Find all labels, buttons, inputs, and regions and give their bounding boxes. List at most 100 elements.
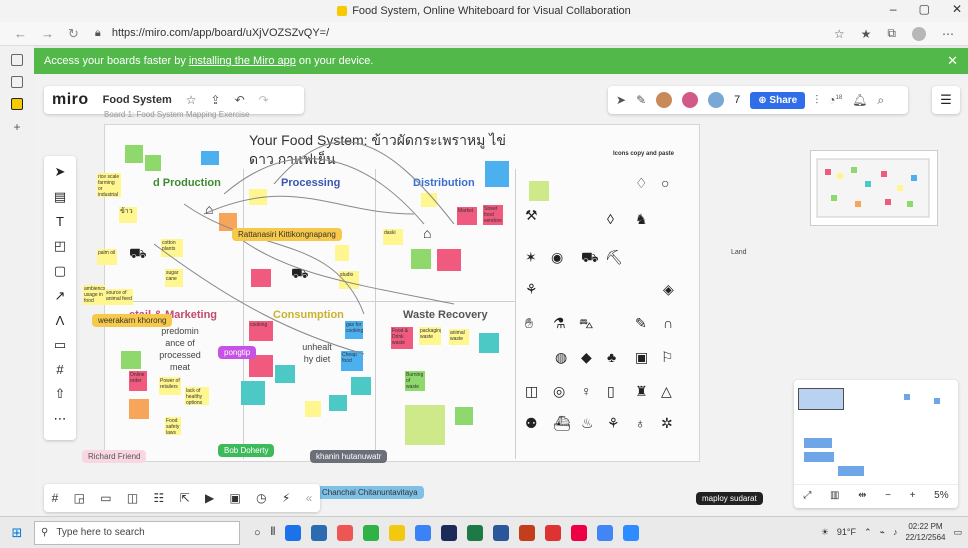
timer-icon[interactable]: ◷ — [256, 491, 266, 505]
factory-icon[interactable]: ♜ — [635, 383, 648, 400]
sticky-note[interactable]: palm oil — [97, 249, 117, 265]
share-button[interactable]: ⊕ Share — [750, 91, 806, 109]
farmer-icon[interactable]: ⚒ — [525, 207, 538, 224]
tree-icon[interactable]: ♣ — [607, 349, 616, 365]
more-tools-icon[interactable]: ⋯ — [54, 411, 67, 427]
car-icon[interactable]: ⛍ — [579, 315, 593, 334]
frame-tool-icon[interactable]: ▤ — [54, 189, 66, 205]
sticky-note[interactable]: ambiencx usage in food — [83, 285, 105, 305]
comment-tool-icon[interactable]: ▭ — [54, 337, 66, 353]
pen-tool-icon[interactable]: Λ — [56, 313, 65, 328]
read-aloud-icon[interactable]: ☆ — [834, 27, 845, 41]
undo-icon[interactable]: ↶ — [235, 93, 245, 107]
user-avatar[interactable] — [656, 92, 673, 108]
collaborator-count[interactable]: 7 — [734, 94, 740, 106]
line-tool-icon[interactable]: ↗ — [55, 288, 66, 304]
sticky-note[interactable]: studio — [339, 271, 359, 289]
sticky-note[interactable] — [485, 161, 509, 187]
sticky-note[interactable] — [145, 155, 161, 171]
sticky-note[interactable]: Power of retailers — [159, 377, 181, 395]
notification-center-icon[interactable]: ▭ — [953, 527, 962, 538]
weather-icon[interactable]: ☀ — [821, 527, 829, 538]
bug-icon[interactable]: ✲ — [661, 415, 673, 432]
sticky-note[interactable]: ข้าว — [119, 207, 137, 223]
sticky-note[interactable] — [305, 401, 321, 417]
sticky-note[interactable] — [125, 145, 143, 163]
sticky-note[interactable]: Burning of waste — [405, 371, 425, 391]
bell-icon[interactable]: 🔔︎ — [852, 93, 867, 107]
miro-logo[interactable]: miro — [52, 91, 89, 109]
frames-icon[interactable]: # — [52, 491, 59, 505]
maximize-button[interactable]: ▢ — [919, 2, 930, 16]
sticky-note[interactable]: gas for cooking — [345, 321, 363, 339]
tab-actions-icon[interactable] — [11, 54, 23, 66]
sticky-note[interactable] — [529, 181, 549, 201]
wheat-icon[interactable]: ✶ — [525, 249, 537, 266]
sticky-note[interactable] — [479, 333, 499, 353]
sticky-note[interactable] — [335, 245, 349, 261]
bucket-icon[interactable]: ◫ — [525, 383, 538, 400]
tab-icon[interactable] — [11, 76, 23, 88]
chat-icon[interactable]: ▭ — [100, 491, 111, 505]
sticky-note[interactable]: lack of healthy options — [185, 387, 209, 405]
sticky-note[interactable] — [201, 151, 219, 165]
refresh-icon[interactable]: ↻ — [68, 26, 79, 42]
activity-icon[interactable]: ◔18 — [828, 93, 842, 107]
sticky-note[interactable]: Market — [457, 207, 477, 225]
plant-icon[interactable]: ⚘ — [525, 281, 538, 298]
sticky-note[interactable]: animal waste — [449, 329, 469, 345]
carrot-icon[interactable]: ♢ — [635, 175, 648, 192]
cow-icon[interactable]: ♞ — [635, 211, 648, 228]
pot-icon[interactable]: ◍ — [555, 349, 567, 366]
video-icon[interactable]: ▣ — [230, 491, 241, 505]
profile-avatar[interactable] — [912, 26, 926, 41]
tractor-icon[interactable]: ⛟ — [581, 249, 599, 268]
sticky-note[interactable]: source of animal feed — [105, 289, 133, 305]
sticky-note[interactable]: Cheap food — [341, 351, 363, 371]
eye-icon[interactable]: ◉ — [551, 249, 563, 266]
collaborator-avatar[interactable] — [682, 92, 699, 108]
explorer-icon[interactable] — [389, 524, 406, 541]
sticky-note[interactable]: sugar cane — [165, 269, 183, 287]
bulb-icon[interactable]: ♀ — [581, 383, 592, 399]
media-icon[interactable] — [571, 524, 588, 541]
cursor-icon[interactable]: ➤ — [616, 93, 626, 107]
sticky-note[interactable]: daski — [383, 229, 403, 245]
sticky-note[interactable] — [405, 405, 445, 445]
present-icon[interactable]: ▶ — [205, 491, 214, 505]
collections-icon[interactable]: ⧉ — [887, 26, 896, 41]
text-tool-icon[interactable]: T — [56, 214, 64, 229]
sticky-note[interactable] — [455, 407, 473, 425]
shape-icon[interactable]: △ — [661, 383, 672, 400]
tent-icon[interactable]: ∩ — [663, 315, 673, 331]
sticky-note[interactable]: packaging waste — [419, 327, 441, 345]
app-icon[interactable] — [337, 524, 354, 541]
sticky-note[interactable] — [121, 351, 141, 369]
settings-icon[interactable]: ⫶ — [815, 93, 818, 108]
tools-icon[interactable]: ⚗ — [553, 315, 566, 332]
celebrate-icon[interactable]: ✎ — [636, 93, 646, 107]
upload-icon[interactable]: ⇧ — [55, 386, 66, 402]
apple-icon[interactable]: ○ — [661, 175, 669, 191]
minimap-panel[interactable]: ⤢ ▥ ⇹ − + 5% — [794, 380, 958, 508]
task-view-icon[interactable]: ○ — [254, 527, 261, 539]
sticky-note[interactable]: Online order — [129, 371, 147, 391]
fruit-icon[interactable]: ♁ — [635, 415, 646, 431]
zoom-in-button[interactable]: + — [910, 490, 916, 501]
sticky-note[interactable]: rice scale farming or industrial farm — [97, 173, 121, 197]
sticky-note[interactable] — [129, 399, 149, 419]
people-icon[interactable]: ⚉ — [525, 415, 538, 432]
favorites-icon[interactable]: ★ — [861, 27, 872, 41]
sticky-note[interactable] — [411, 249, 431, 269]
acrobat-icon[interactable] — [545, 524, 562, 541]
sticky-note[interactable]: cooking — [249, 321, 273, 341]
sticky-note[interactable] — [421, 193, 437, 207]
tray-chevron-icon[interactable]: ⌃ — [864, 527, 872, 538]
sticky-note[interactable]: Food & Drink waste — [391, 327, 413, 349]
pencil-icon[interactable]: ✎ — [635, 315, 647, 332]
fit-icon[interactable]: ⇹ — [858, 490, 866, 501]
collapse-icon[interactable]: « — [306, 491, 313, 505]
more-icon[interactable]: ⋯ — [942, 27, 954, 41]
sticky-note[interactable] — [241, 381, 265, 405]
box-icon[interactable]: ▣ — [635, 349, 648, 366]
